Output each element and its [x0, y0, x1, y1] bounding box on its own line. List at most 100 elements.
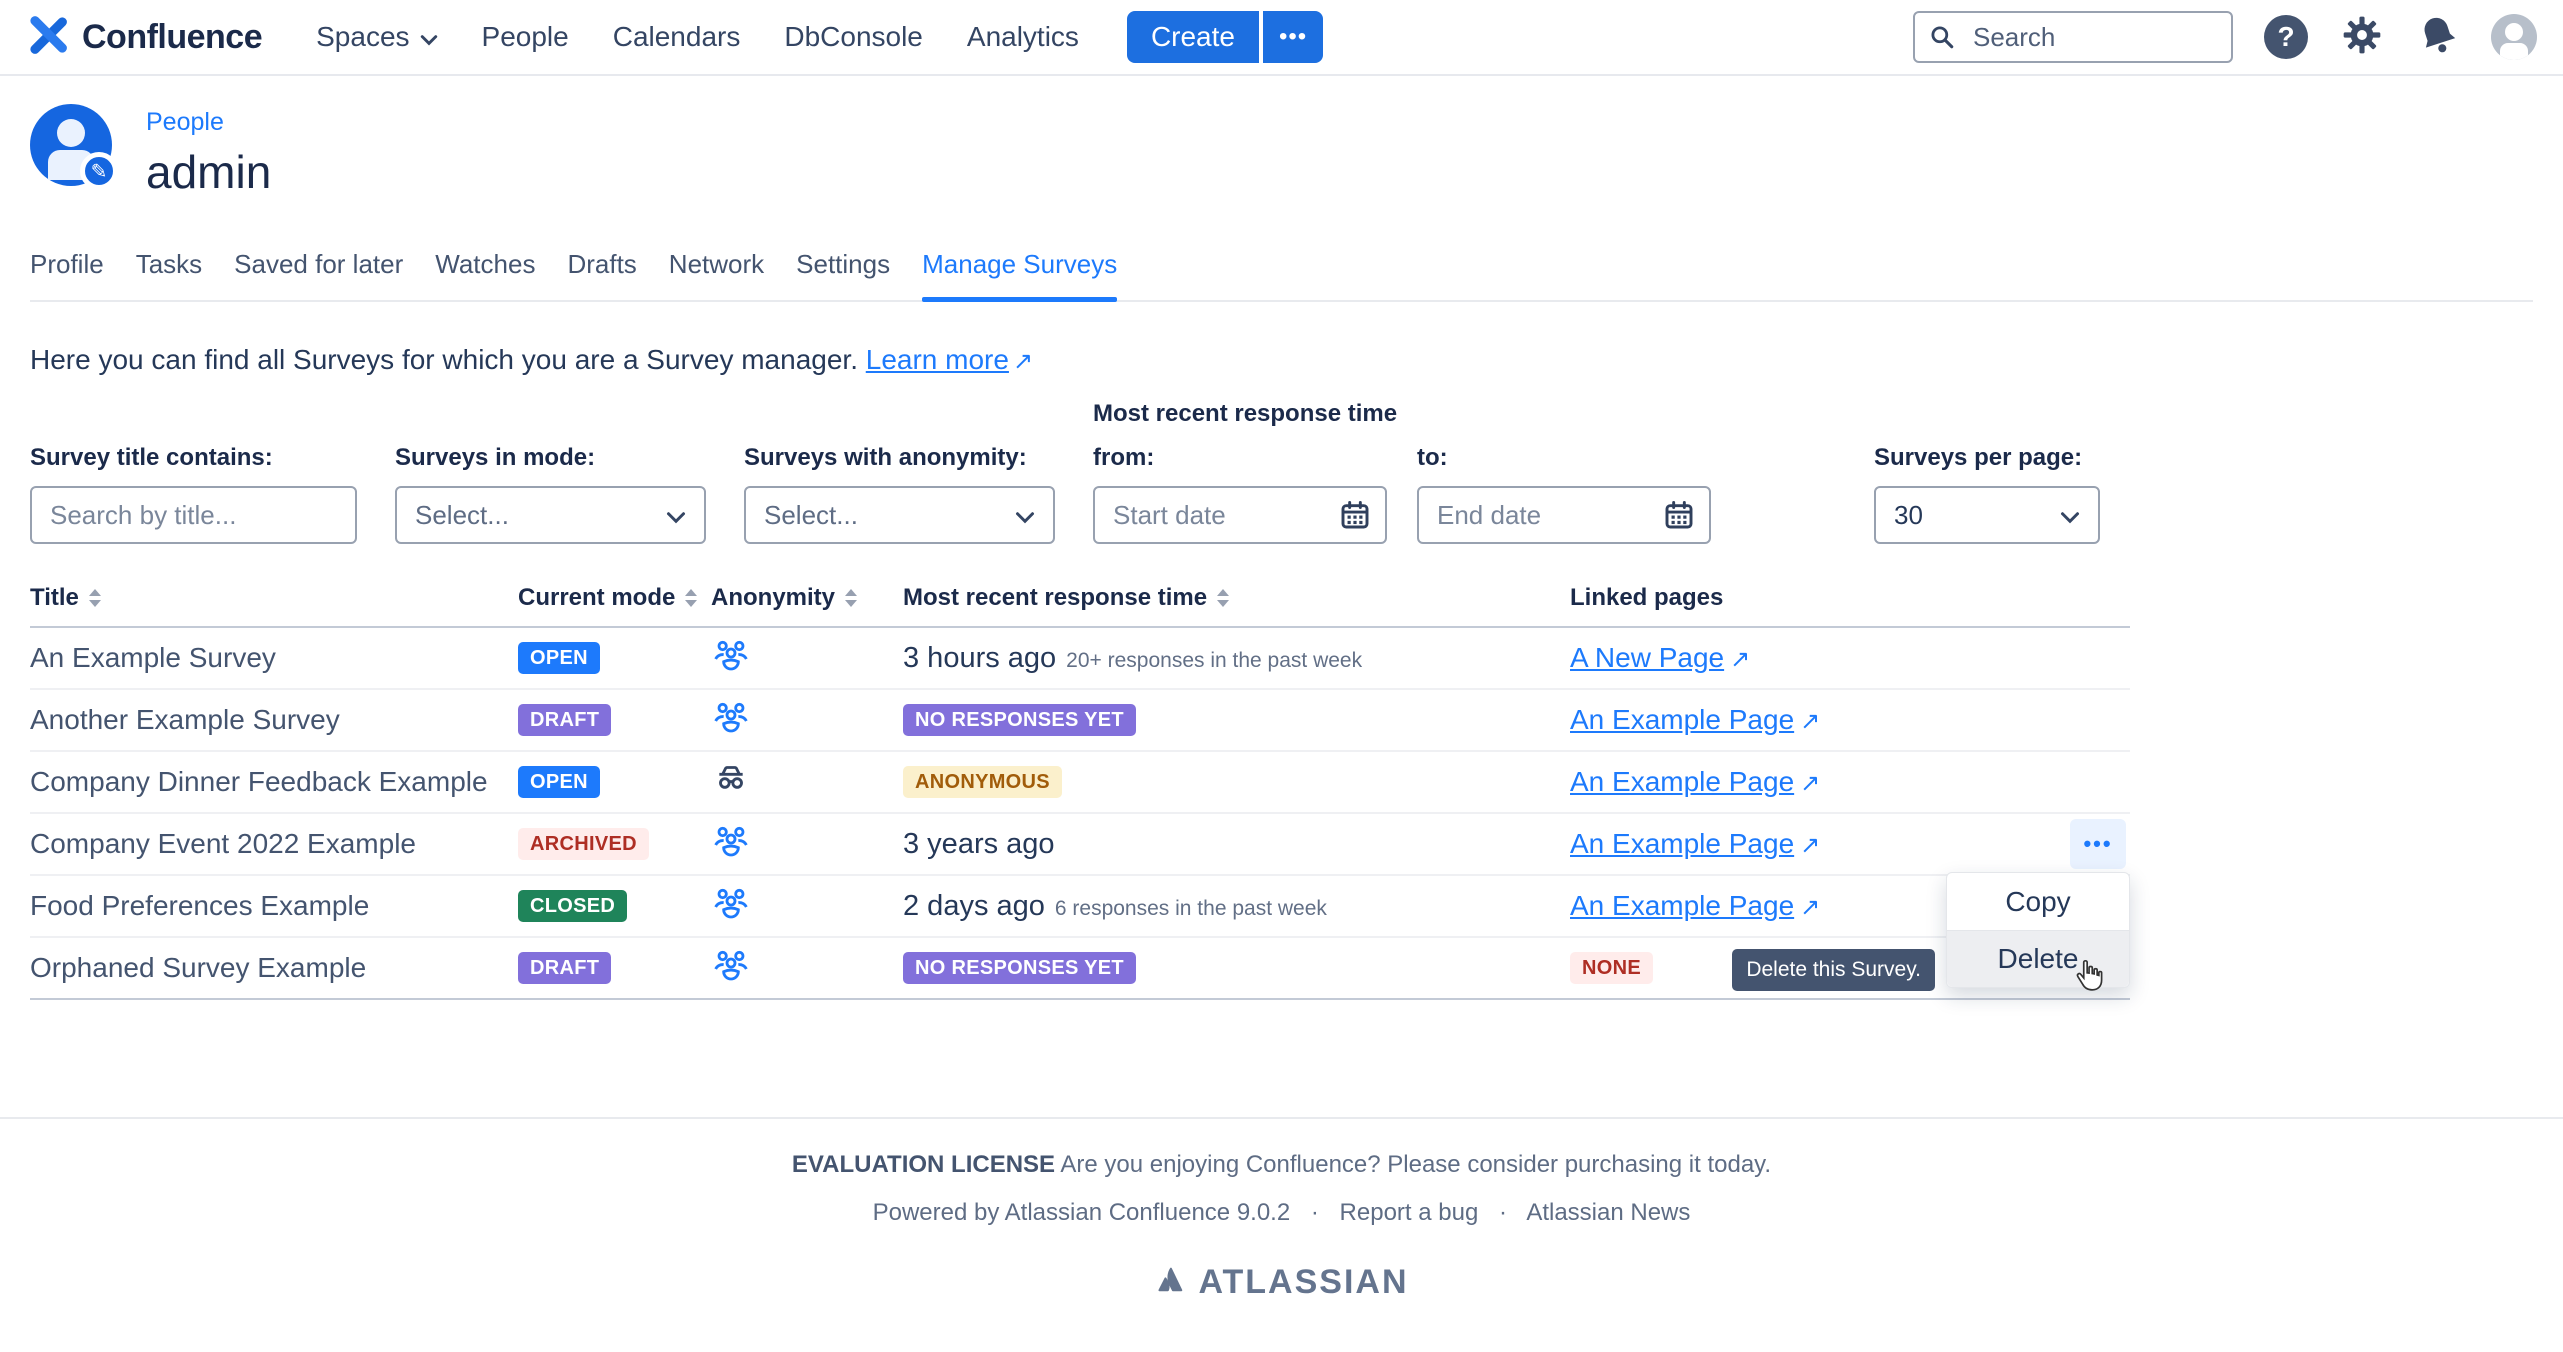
linked-page-link[interactable]: An Example Page	[1570, 766, 1794, 797]
filter-mode-group: Surveys in mode: Select...	[395, 444, 706, 544]
filter-per-page-group: Surveys per page: 30	[1874, 444, 2100, 544]
tab-settings[interactable]: Settings	[796, 249, 890, 300]
survey-title: An Example Survey	[30, 642, 518, 674]
top-nav: Confluence Spaces People Calendars DbCon…	[0, 0, 2563, 76]
nav-buttons: Create •••	[1127, 11, 1323, 63]
confluence-logo-icon	[26, 13, 70, 62]
filter-from-group: from:	[1093, 444, 1387, 544]
notifications-button[interactable]	[2415, 14, 2461, 60]
title-filter-input[interactable]	[30, 486, 357, 544]
surveys-table: Title Current mode Anonymity Most recent…	[30, 584, 2130, 1000]
incognito-icon	[711, 760, 903, 805]
group-icon	[711, 884, 903, 929]
mode-badge: ARCHIVED	[518, 828, 649, 860]
report-bug-link[interactable]: Report a bug	[1340, 1199, 1479, 1226]
search-box	[1913, 11, 2233, 63]
column-header-current-mode[interactable]: Current mode	[518, 584, 711, 612]
create-button[interactable]: Create	[1127, 11, 1259, 63]
profile-header: ✎ People admin	[30, 104, 2533, 199]
powered-by-text: Powered by Atlassian Confluence 9.0.2	[873, 1199, 1291, 1226]
nav-item-dbconsole[interactable]: DbConsole	[784, 21, 923, 53]
column-header-anonymity[interactable]: Anonymity	[711, 584, 903, 612]
help-button[interactable]: ?	[2263, 14, 2309, 60]
atlassian-wordmark: ATLASSIAN	[1198, 1263, 1408, 1302]
column-header-title[interactable]: Title	[30, 584, 518, 612]
external-link-icon: ↗	[1730, 646, 1750, 673]
no-responses-badge: NO RESPONSES YET	[903, 952, 1136, 984]
linked-page-link[interactable]: An Example Page	[1570, 890, 1794, 921]
sort-icon[interactable]	[685, 589, 697, 607]
profile-avatar[interactable]: ✎	[30, 104, 112, 186]
response-count: 20+ responses in the past week	[1066, 649, 1362, 672]
nav-menu: Spaces People Calendars DbConsole Analyt…	[316, 21, 1079, 53]
row-actions: ••• Copy Delete Delete this Survey.	[2048, 814, 2130, 874]
tab-profile[interactable]: Profile	[30, 249, 104, 300]
from-label: from:	[1093, 444, 1387, 472]
response-time: 3 years ago	[903, 828, 1055, 860]
response-count: 6 responses in the past week	[1055, 897, 1327, 920]
linked-page-link[interactable]: A New Page	[1570, 642, 1724, 673]
brand-name: Confluence	[82, 18, 262, 57]
group-icon	[711, 636, 903, 681]
filter-title-group: Survey title contains:	[30, 444, 357, 544]
sort-icon[interactable]	[1217, 589, 1229, 607]
table-row: Another Example Survey DRAFT NO RESPONSE…	[30, 690, 2130, 752]
row-menu-button[interactable]: •••	[2070, 819, 2126, 869]
column-header-recent-response[interactable]: Most recent response time	[903, 584, 1570, 612]
external-link-icon: ↗	[1800, 832, 1820, 859]
sort-icon[interactable]	[845, 589, 857, 607]
tab-drafts[interactable]: Drafts	[567, 249, 636, 300]
survey-title: Company Dinner Feedback Example	[30, 766, 518, 798]
chevron-down-icon	[666, 500, 686, 531]
filter-title-label: Survey title contains:	[30, 444, 357, 472]
mode-select[interactable]: Select...	[395, 486, 706, 544]
mode-badge: CLOSED	[518, 890, 627, 922]
chevron-down-icon	[420, 21, 438, 53]
chevron-down-icon	[2060, 500, 2080, 531]
recent-group-label: Most recent response time	[1093, 400, 1711, 428]
user-avatar[interactable]	[2491, 14, 2537, 60]
linked-page-link[interactable]: An Example Page	[1570, 704, 1794, 735]
search-input[interactable]	[1913, 11, 2233, 63]
nav-item-analytics[interactable]: Analytics	[967, 21, 1079, 53]
tab-tasks[interactable]: Tasks	[136, 249, 202, 300]
nav-right: ?	[1913, 11, 2537, 63]
external-link-icon: ↗	[1800, 894, 1820, 921]
table-row: Company Event 2022 Example ARCHIVED 3 ye…	[30, 814, 2130, 876]
linked-page-link[interactable]: An Example Page	[1570, 828, 1794, 859]
create-more-button[interactable]: •••	[1263, 11, 1323, 63]
mode-badge: OPEN	[518, 642, 600, 674]
filter-recent-group: Most recent response time from: to:	[1093, 400, 1711, 544]
sort-icon[interactable]	[89, 589, 101, 607]
response-time: 2 days ago	[903, 890, 1045, 922]
menu-item-copy[interactable]: Copy	[1947, 873, 2129, 930]
edit-avatar-icon[interactable]: ✎	[80, 152, 118, 190]
intro-text: Here you can find all Surveys for which …	[30, 344, 2533, 376]
help-icon: ?	[2264, 15, 2308, 59]
mode-badge: OPEN	[518, 766, 600, 798]
response-time: 3 hours ago	[903, 642, 1056, 674]
mode-badge: DRAFT	[518, 952, 611, 984]
tab-watches[interactable]: Watches	[435, 249, 535, 300]
tab-saved-for-later[interactable]: Saved for later	[234, 249, 403, 300]
confluence-brand[interactable]: Confluence	[26, 13, 262, 62]
settings-button[interactable]	[2339, 14, 2385, 60]
learn-more-link[interactable]: Learn more	[866, 344, 1009, 375]
atlassian-news-link[interactable]: Atlassian News	[1526, 1199, 1690, 1226]
external-link-icon: ↗	[1013, 348, 1033, 375]
nav-item-people[interactable]: People	[482, 21, 569, 53]
anonymity-select[interactable]: Select...	[744, 486, 1055, 544]
to-label: to:	[1417, 444, 1711, 472]
tab-manage-surveys[interactable]: Manage Surveys	[922, 249, 1117, 300]
tab-network[interactable]: Network	[669, 249, 764, 300]
bell-icon	[2416, 13, 2460, 62]
breadcrumb-people[interactable]: People	[146, 108, 271, 137]
survey-title: Company Event 2022 Example	[30, 828, 518, 860]
per-page-select[interactable]: 30	[1874, 486, 2100, 544]
external-link-icon: ↗	[1800, 708, 1820, 735]
survey-title: Another Example Survey	[30, 704, 518, 736]
nav-item-spaces[interactable]: Spaces	[316, 21, 437, 53]
external-link-icon: ↗	[1800, 770, 1820, 797]
nav-item-calendars[interactable]: Calendars	[613, 21, 741, 53]
menu-item-delete[interactable]: Delete	[1947, 930, 2129, 987]
